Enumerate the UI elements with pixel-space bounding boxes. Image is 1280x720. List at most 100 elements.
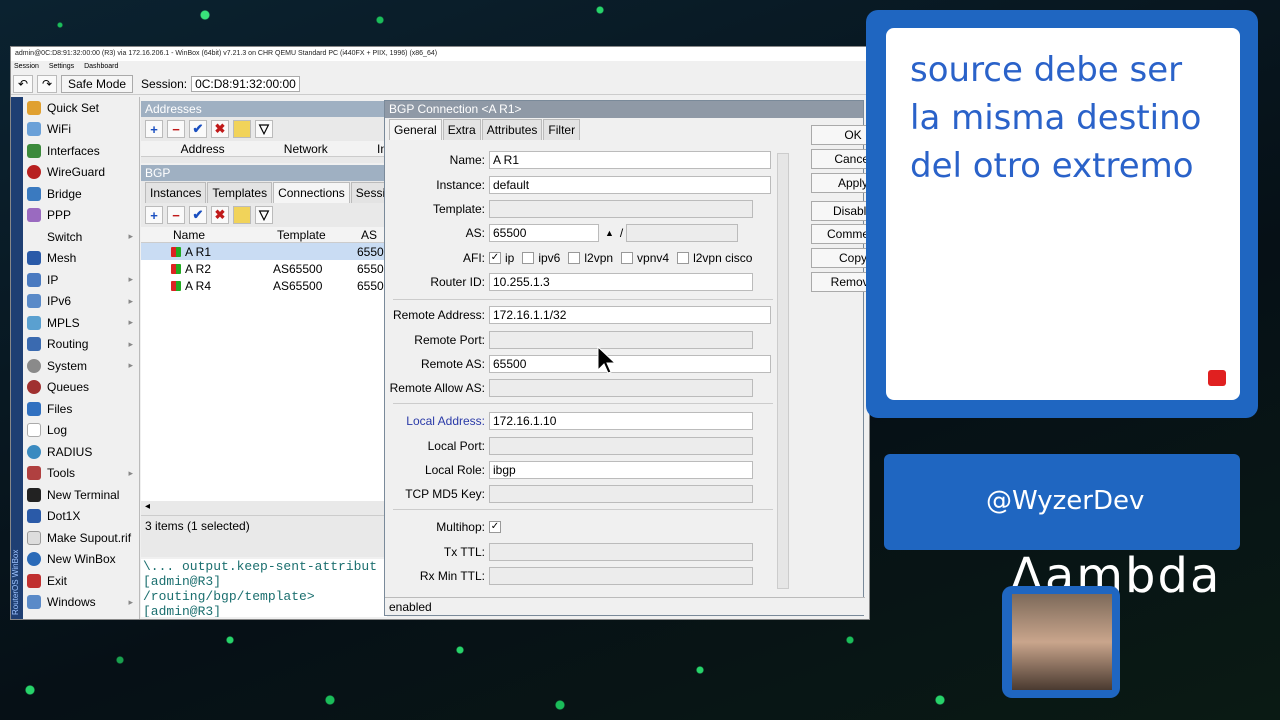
sidebar-item-interfaces[interactable]: Interfaces	[23, 140, 139, 162]
chevron-right-icon: ▸	[128, 295, 133, 306]
note-card: source debe ser la misma destino del otr…	[886, 28, 1240, 400]
template-select[interactable]	[489, 200, 753, 218]
note-overlay: source debe ser la misma destino del otr…	[866, 10, 1258, 418]
remote-address-field[interactable]: 172.16.1.1/32	[489, 306, 771, 324]
sidebar-item-files[interactable]: Files	[23, 398, 139, 420]
sidebar-item-wifi[interactable]: WiFi	[23, 119, 139, 141]
local-port-field[interactable]	[489, 437, 753, 455]
tx-ttl-field[interactable]	[489, 543, 753, 561]
filter-icon[interactable]: ▽	[255, 120, 273, 138]
bridge-icon	[27, 186, 41, 201]
enable-check-icon[interactable]: ✔	[189, 206, 207, 224]
menu-settings[interactable]: Settings	[49, 63, 74, 70]
afi-ipv6-checkbox[interactable]	[522, 252, 535, 264]
routing-icon	[27, 337, 41, 352]
sidebar-item-windows[interactable]: Windows ▸	[23, 592, 139, 614]
afi-l2vpn-checkbox[interactable]	[568, 252, 581, 264]
sidebar-item-quick-set[interactable]: Quick Set	[23, 97, 139, 119]
disable-x-icon[interactable]: ✖	[211, 120, 229, 138]
comment-icon[interactable]	[233, 120, 251, 138]
chevron-right-icon: ▸	[128, 467, 133, 478]
sidebar-item-new-terminal[interactable]: New Terminal	[23, 484, 139, 506]
sidebar-item-radius[interactable]: RADIUS	[23, 441, 139, 463]
sidebar-item-dot1x[interactable]: Dot1X	[23, 506, 139, 528]
sidebar-item-ip[interactable]: IP ▸	[23, 269, 139, 291]
sidebar-item-make-supout[interactable]: Make Supout.rif	[23, 527, 139, 549]
tab-connections[interactable]: Connections	[273, 182, 350, 203]
sidebar-item-mpls[interactable]: MPLS ▸	[23, 312, 139, 334]
rx-min-ttl-field[interactable]	[489, 567, 753, 585]
sidebar-item-bridge[interactable]: Bridge	[23, 183, 139, 205]
sidebar-item-queues[interactable]: Queues	[23, 377, 139, 399]
addresses-toolbar: + − ✔ ✖ ▽	[141, 117, 387, 141]
menu-dashboard[interactable]: Dashboard	[84, 63, 118, 70]
terminal[interactable]: \... output.keep-sent-attribut [admin@R3…	[141, 559, 387, 617]
youtube-icon	[1208, 370, 1226, 386]
tcp-md5-field[interactable]	[489, 485, 753, 503]
remote-port-field[interactable]	[489, 331, 753, 349]
bgp-toolbar: + − ✔ ✖ ▽	[141, 203, 387, 227]
instance-select[interactable]: default	[489, 176, 771, 194]
dialog-tabs: General Extra Attributes Filter	[385, 118, 863, 140]
local-address-field[interactable]: 172.16.1.10	[489, 412, 753, 430]
tab-templates[interactable]: Templates	[207, 182, 273, 203]
sidebar-item-routing[interactable]: Routing ▸	[23, 334, 139, 356]
tab-general[interactable]: General	[389, 119, 442, 140]
dialog-status: enabled	[385, 597, 865, 615]
session-value[interactable]: 0C:D8:91:32:00:00	[191, 75, 300, 92]
add-icon[interactable]: +	[145, 206, 163, 224]
tab-extra[interactable]: Extra	[442, 119, 481, 140]
sidebar-item-ipv6[interactable]: IPv6 ▸	[23, 291, 139, 313]
terminal-line: [admin@R3] /routing/bgp/template>	[143, 604, 222, 617]
chevron-right-icon: ▸	[128, 360, 133, 371]
remove-icon[interactable]: −	[167, 120, 185, 138]
note-text: source debe ser la misma destino del otr…	[910, 50, 1202, 186]
enable-check-icon[interactable]: ✔	[189, 120, 207, 138]
undo-button[interactable]: ↶	[13, 74, 33, 93]
sidebar-item-switch[interactable]: Switch ▸	[23, 226, 139, 248]
local-role-select[interactable]: ibgp	[489, 461, 753, 479]
tab-filter[interactable]: Filter	[543, 119, 581, 140]
scroll-left-icon[interactable]: ◂	[141, 501, 387, 515]
dialog-scrollbar[interactable]	[777, 153, 789, 589]
window-title: admin@0C:D8:91:32:00:00 (R3) via 172.16.…	[11, 47, 869, 61]
sidebar-item-ppp[interactable]: PPP	[23, 205, 139, 227]
terminal-line: [admin@R3] /routing/bgp/template>	[143, 574, 315, 604]
connection-status-icon	[171, 263, 181, 274]
remove-icon[interactable]: −	[167, 206, 185, 224]
up-arrow-icon: ▲	[605, 228, 614, 238]
afi-vpnv4-checkbox[interactable]	[621, 252, 634, 264]
sidebar-item-log[interactable]: Log	[23, 420, 139, 442]
comment-icon[interactable]	[233, 206, 251, 224]
router-id-field[interactable]: 10.255.1.3	[489, 273, 753, 291]
remote-as-field[interactable]: 65500	[489, 355, 771, 373]
sidebar-item-new-winbox[interactable]: New WinBox	[23, 549, 139, 571]
as-field[interactable]: 65500	[489, 224, 599, 242]
filter-icon[interactable]: ▽	[255, 206, 273, 224]
add-icon[interactable]: +	[145, 120, 163, 138]
addresses-panel: Addresses + − ✔ ✖ ▽ Address Network In	[141, 101, 387, 163]
mouse-cursor-icon	[597, 346, 617, 374]
remote-allow-as-field[interactable]	[489, 379, 753, 397]
table-row[interactable]: A R1 6550	[141, 243, 387, 260]
afi-l2vpn-cisco-checkbox[interactable]	[677, 252, 690, 264]
sidebar-item-mesh[interactable]: Mesh	[23, 248, 139, 270]
addresses-title: Addresses	[141, 101, 387, 117]
safe-mode-button[interactable]: Safe Mode	[61, 74, 134, 93]
afi-ip-checkbox[interactable]: ✓	[489, 252, 501, 264]
multihop-checkbox[interactable]: ✓	[489, 521, 501, 533]
sidebar-item-exit[interactable]: Exit	[23, 570, 139, 592]
tab-attributes[interactable]: Attributes	[481, 119, 543, 140]
dot1x-icon	[27, 509, 41, 524]
tab-instances[interactable]: Instances	[145, 182, 207, 203]
disable-x-icon[interactable]: ✖	[211, 206, 229, 224]
name-field[interactable]: A R1	[489, 151, 771, 169]
table-row[interactable]: A R4 AS65500 6550	[141, 277, 387, 294]
sidebar-item-wireguard[interactable]: WireGuard	[23, 162, 139, 184]
as-secondary-field[interactable]	[626, 224, 739, 242]
sidebar-item-system[interactable]: System ▸	[23, 355, 139, 377]
menu-session[interactable]: Session	[14, 63, 39, 70]
redo-button[interactable]: ↷	[37, 74, 57, 93]
sidebar-item-tools[interactable]: Tools ▸	[23, 463, 139, 485]
table-row[interactable]: A R2 AS65500 6550	[141, 260, 387, 277]
